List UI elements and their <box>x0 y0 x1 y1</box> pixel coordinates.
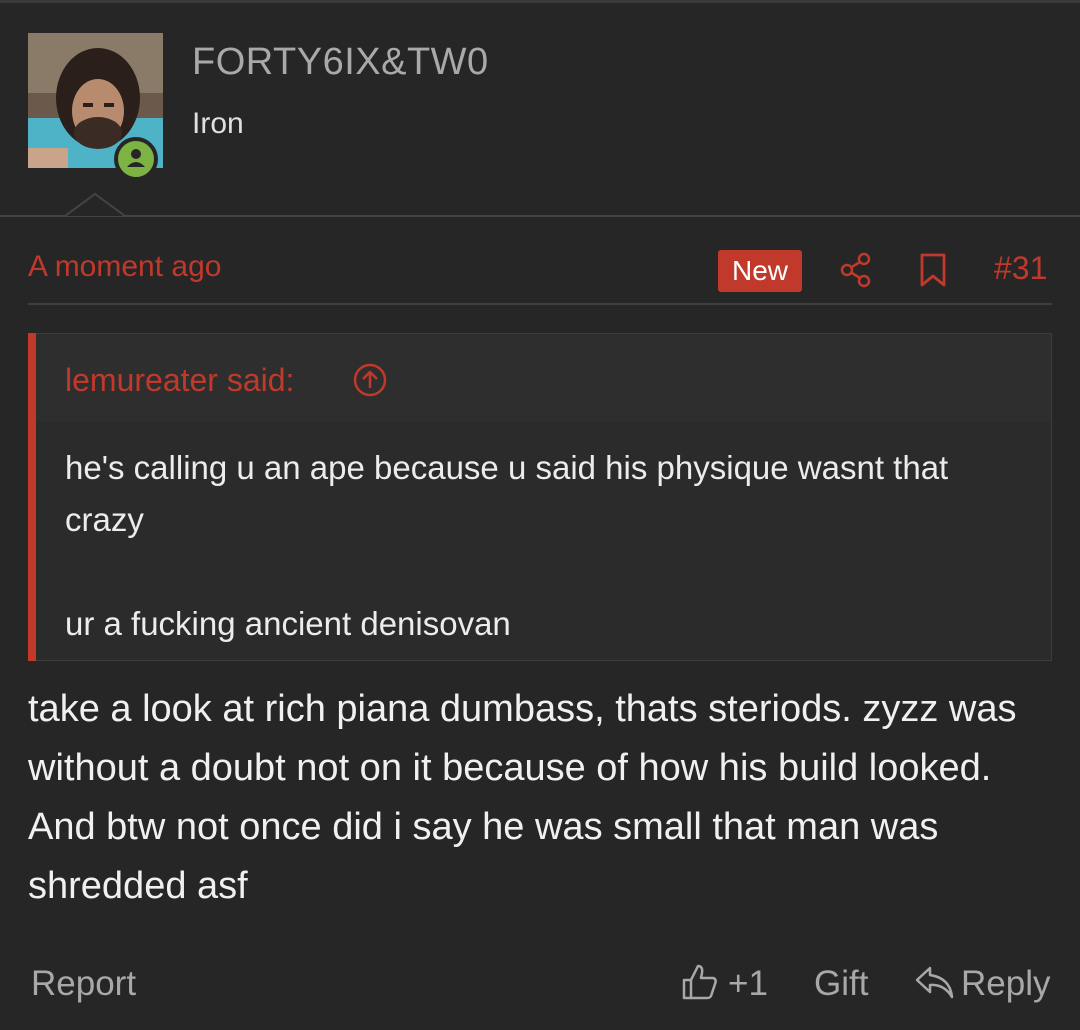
post-message: take a look at rich piana dumbass, thats… <box>28 688 1017 907</box>
user-title: Iron <box>192 107 244 140</box>
post-time[interactable]: A moment ago <box>28 250 221 284</box>
caret-icon <box>65 192 125 217</box>
user-bar: FORTY6IX&TW0 Iron <box>0 3 1080 216</box>
jump-to-quote-icon[interactable] <box>352 362 388 398</box>
reply-button[interactable]: Reply <box>961 964 1050 1004</box>
quote-author[interactable]: lemureater said: <box>65 362 294 399</box>
quote-header: lemureater said: <box>36 334 1051 422</box>
post-footer: Report +1 Gift Reply <box>0 950 1080 1020</box>
gift-button[interactable]: Gift <box>814 964 868 1004</box>
like-count[interactable]: +1 <box>728 964 768 1004</box>
reply-icon[interactable] <box>914 964 956 1002</box>
like-icon[interactable] <box>680 962 720 1002</box>
meta-divider <box>28 303 1052 305</box>
quote-accent-bar <box>28 333 36 661</box>
online-status-icon <box>114 137 158 181</box>
report-link[interactable]: Report <box>31 964 136 1004</box>
bookmark-icon[interactable] <box>918 252 948 288</box>
post-meta: A moment ago New #31 <box>0 240 1080 304</box>
post-number[interactable]: #31 <box>994 250 1047 287</box>
username[interactable]: FORTY6IX&TW0 <box>192 41 489 84</box>
share-icon[interactable] <box>838 252 874 288</box>
quote-block: lemureater said: he's calling u an ape b… <box>28 333 1052 661</box>
user-divider <box>0 215 1080 217</box>
new-badge: New <box>718 250 802 292</box>
quote-body: he's calling u an ape because u said his… <box>65 449 949 642</box>
